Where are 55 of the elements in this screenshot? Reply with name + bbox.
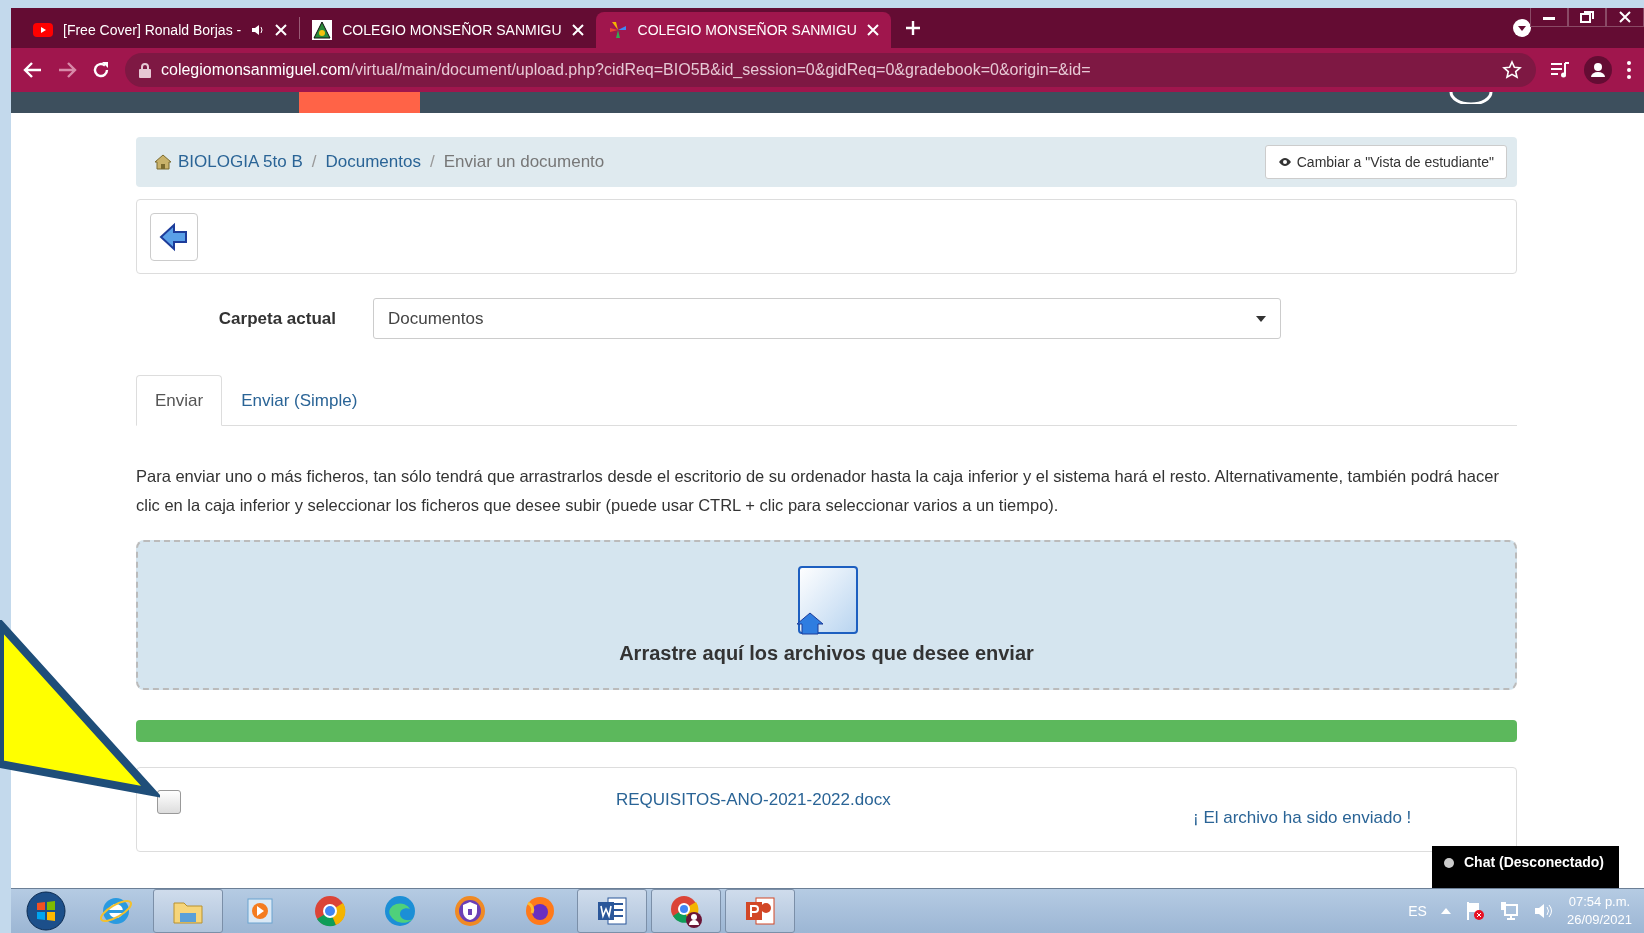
drop-zone-label: Arrastre aquí los archivos que desee enviar — [619, 641, 1034, 665]
user-avatar-icon[interactable] — [1449, 92, 1493, 104]
status-dot-icon — [1444, 858, 1454, 868]
close-icon[interactable] — [1606, 8, 1644, 27]
taskbar-button[interactable] — [651, 889, 721, 933]
url-text: colegiomonsanmiguel.com/virtual/main/document/upload.php?cidReq=BIO5B&id_session=0&gidReq=0&gradebook=0&origin=&id= — [161, 61, 1092, 79]
instructions-text: Para enviar uno o más ficheros, tan sólo tendrá que arrastrarlos desde el escritorio de su ordenador hasta la caja inferior y el sistema hará el resto. Alternativamente, también podrá hacer clic en la caja inferior y seleccionar los ficheros que desee subir (puede usar CTRL + clic para seleccionar varios a un tiempo). — [136, 466, 1500, 516]
tab[interactable]: Enviar — [136, 375, 223, 426]
reload-icon[interactable] — [91, 60, 111, 80]
tab[interactable]: Enviar (Simple) — [222, 375, 377, 426]
breadcrumb-link[interactable]: BIOLOGIA 5to B — [178, 152, 303, 172]
new-tab-icon[interactable] — [904, 20, 921, 36]
file-name: REQUISITOS-ANO-2021-2022.docx — [616, 790, 891, 810]
eye-icon — [1277, 157, 1292, 167]
caret-icon — [1256, 315, 1266, 322]
breadcrumb-link[interactable]: Documentos — [325, 152, 421, 172]
folder-select[interactable]: Documentos — [373, 298, 1281, 339]
browser-tab[interactable]: COLEGIO MONSEÑOR SANMIGU — [300, 12, 596, 48]
tab-search-icon[interactable] — [1512, 18, 1532, 38]
folder-label: Carpeta actual — [217, 308, 337, 329]
breadcrumb-separator: / — [429, 152, 435, 172]
left-arrow-icon — [159, 221, 189, 252]
chrome-icon[interactable] — [312, 893, 348, 929]
browser-tab[interactable]: COLEGIO MONSEÑOR SANMIGU — [595, 12, 891, 48]
browser-tab[interactable]: [Free Cover] Ronald Borjas - — [21, 12, 300, 48]
breadcrumb-separator: / — [311, 152, 317, 172]
back-arrow-icon[interactable] — [23, 60, 43, 80]
shield-icon[interactable] — [452, 893, 488, 929]
forward-arrow-icon[interactable] — [57, 60, 77, 80]
triangle-logo-icon — [312, 20, 333, 40]
flag-icon[interactable] — [1464, 901, 1485, 921]
drop-zone[interactable]: Arrastre aquí los archivos que desee enviar — [136, 540, 1517, 690]
taskbar-button[interactable] — [577, 889, 647, 933]
address-bar[interactable]: colegiomonsanmiguel.com/virtual/main/document/upload.php?cidReq=BIO5B&id_session=0&gidReq=0&gradebook=0&origin=&id= — [125, 53, 1536, 87]
star-icon[interactable] — [1502, 60, 1522, 80]
student-view-button[interactable]: Cambiar a "Vista de estudiante" — [1264, 145, 1507, 179]
chat-bar[interactable]: Chat (Desconectado) — [1432, 846, 1619, 888]
checkbox[interactable] — [157, 790, 181, 814]
profile-icon[interactable] — [1584, 56, 1612, 84]
lock-icon — [139, 62, 151, 78]
start-button-icon[interactable] — [26, 891, 66, 931]
chrome-profile-icon[interactable] — [668, 893, 704, 929]
pinwheel-icon — [607, 20, 628, 40]
menu-icon[interactable] — [1626, 60, 1632, 80]
home-icon[interactable] — [154, 154, 172, 170]
upload-status: ¡ El archivo ha sido enviado ! — [1193, 808, 1412, 828]
speaker-icon[interactable] — [251, 23, 266, 37]
playlist-icon[interactable] — [1550, 61, 1570, 79]
minimize-icon[interactable] — [1530, 8, 1568, 27]
video-icon — [33, 23, 53, 37]
upload-file-icon — [795, 565, 858, 636]
breadcrumb-current: Enviar un documento — [443, 152, 605, 172]
back-button[interactable] — [150, 212, 198, 261]
chat-label: Chat (Desconectado) — [1464, 854, 1605, 870]
restore-icon[interactable] — [1568, 8, 1606, 27]
